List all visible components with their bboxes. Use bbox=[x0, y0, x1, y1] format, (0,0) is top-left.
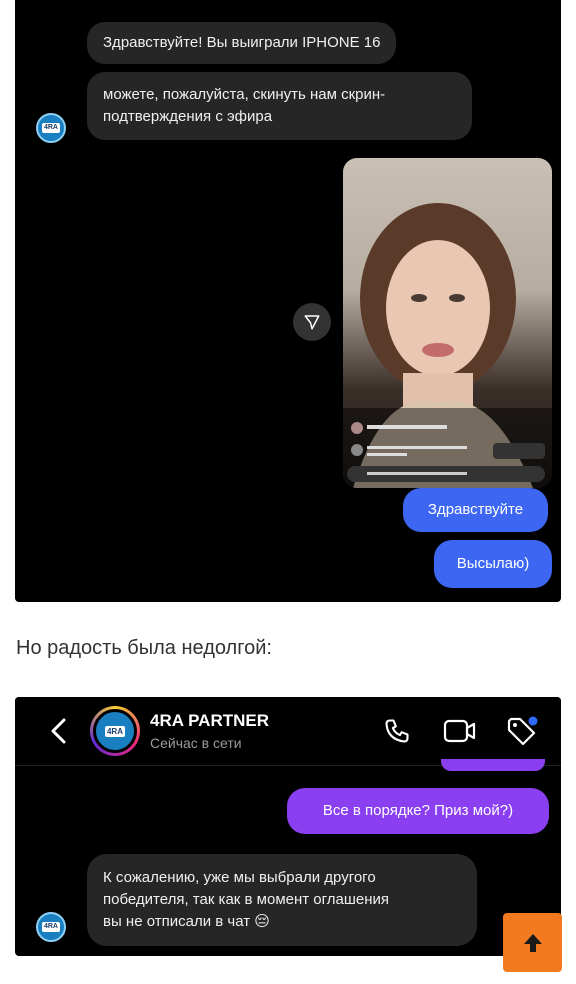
contact-status: Сейчас в сети bbox=[150, 735, 242, 751]
avatar[interactable]: 4RA bbox=[36, 912, 66, 942]
chat-screenshot-2: 4RA 4RA PARTNER Сейчас в сети Все в поря… bbox=[15, 697, 561, 956]
phone-icon[interactable] bbox=[383, 717, 411, 745]
outgoing-message: Все в порядке? Приз мой?) bbox=[287, 788, 549, 834]
woman-portrait-image bbox=[343, 203, 552, 488]
notification-dot bbox=[528, 716, 538, 726]
tag-icon[interactable] bbox=[505, 715, 539, 749]
outgoing-message-2: Высылаю) bbox=[434, 540, 552, 588]
contact-avatar[interactable]: 4RA bbox=[90, 706, 140, 756]
avatar-logo: 4RA bbox=[41, 123, 60, 133]
arrow-up-icon bbox=[523, 933, 542, 952]
incoming-message-1: Здравствуйте! Вы выиграли IPHONE 16 bbox=[87, 22, 397, 64]
video-preview[interactable] bbox=[343, 158, 552, 488]
back-arrow-icon[interactable] bbox=[49, 717, 69, 745]
contact-name: 4RA PARTNER bbox=[150, 711, 270, 730]
video-call-icon[interactable] bbox=[443, 718, 477, 744]
avatar-logo: 4RA bbox=[41, 922, 60, 932]
scroll-to-top-button[interactable] bbox=[503, 913, 562, 972]
outgoing-message-1: Здравствуйте bbox=[403, 488, 548, 532]
send-icon bbox=[304, 315, 320, 330]
avatar[interactable]: 4RA bbox=[36, 113, 66, 143]
incoming-message: К сожалению, уже мы выбрали другого побе… bbox=[87, 854, 477, 946]
previous-message-edge bbox=[441, 759, 545, 771]
avatar-logo: 4RA bbox=[104, 725, 125, 737]
caption-text: Но радость была недолгой: bbox=[16, 637, 272, 659]
chat-header: 4RA 4RA PARTNER Сейчас в сети bbox=[15, 697, 561, 766]
share-button[interactable] bbox=[293, 303, 331, 341]
incoming-message-2: можете, пожалуйста, скинуть нам скрин- п… bbox=[87, 72, 472, 140]
chat-screenshot-1: Здравствуйте! Вы выиграли IPHONE 16 може… bbox=[15, 0, 561, 602]
